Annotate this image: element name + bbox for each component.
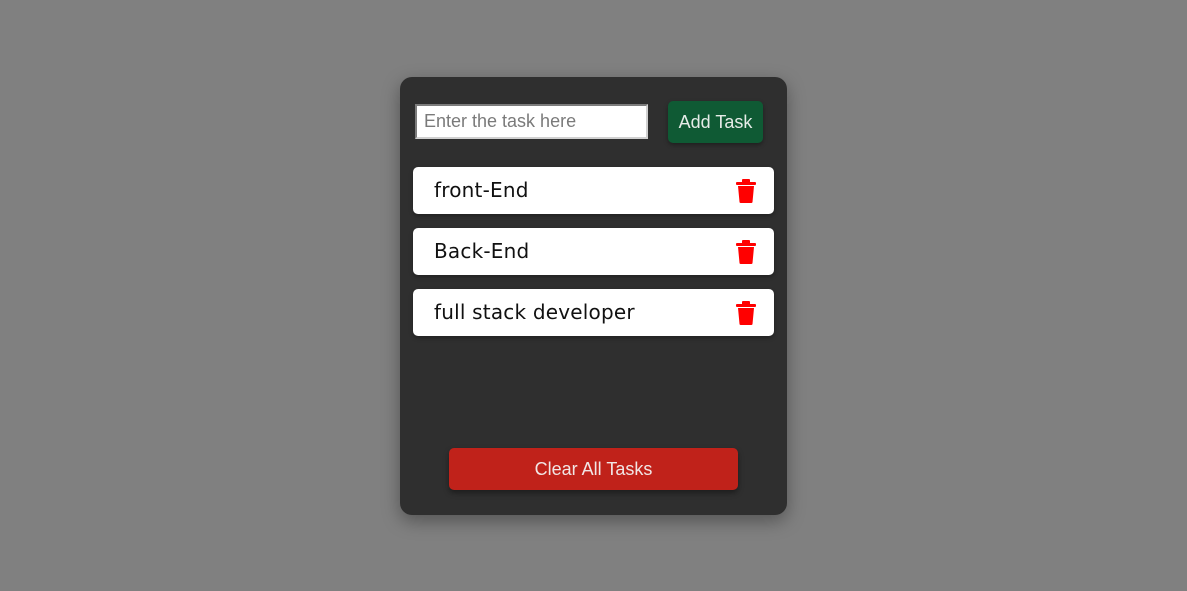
task-item: front-End — [413, 167, 774, 214]
task-text: Back-End — [434, 239, 530, 263]
todo-card: Add Task front-End Back-End full stack d… — [400, 77, 787, 515]
task-text: full stack developer — [434, 300, 635, 324]
trash-icon[interactable] — [735, 301, 757, 325]
task-item: Back-End — [413, 228, 774, 275]
task-list: front-End Back-End full stack developer — [413, 167, 774, 350]
task-input[interactable] — [415, 104, 648, 139]
task-text: front-End — [434, 178, 529, 202]
task-item: full stack developer — [413, 289, 774, 336]
clear-all-tasks-button[interactable]: Clear All Tasks — [449, 448, 738, 490]
trash-icon[interactable] — [735, 240, 757, 264]
trash-icon[interactable] — [735, 179, 757, 203]
add-task-button[interactable]: Add Task — [668, 101, 763, 143]
